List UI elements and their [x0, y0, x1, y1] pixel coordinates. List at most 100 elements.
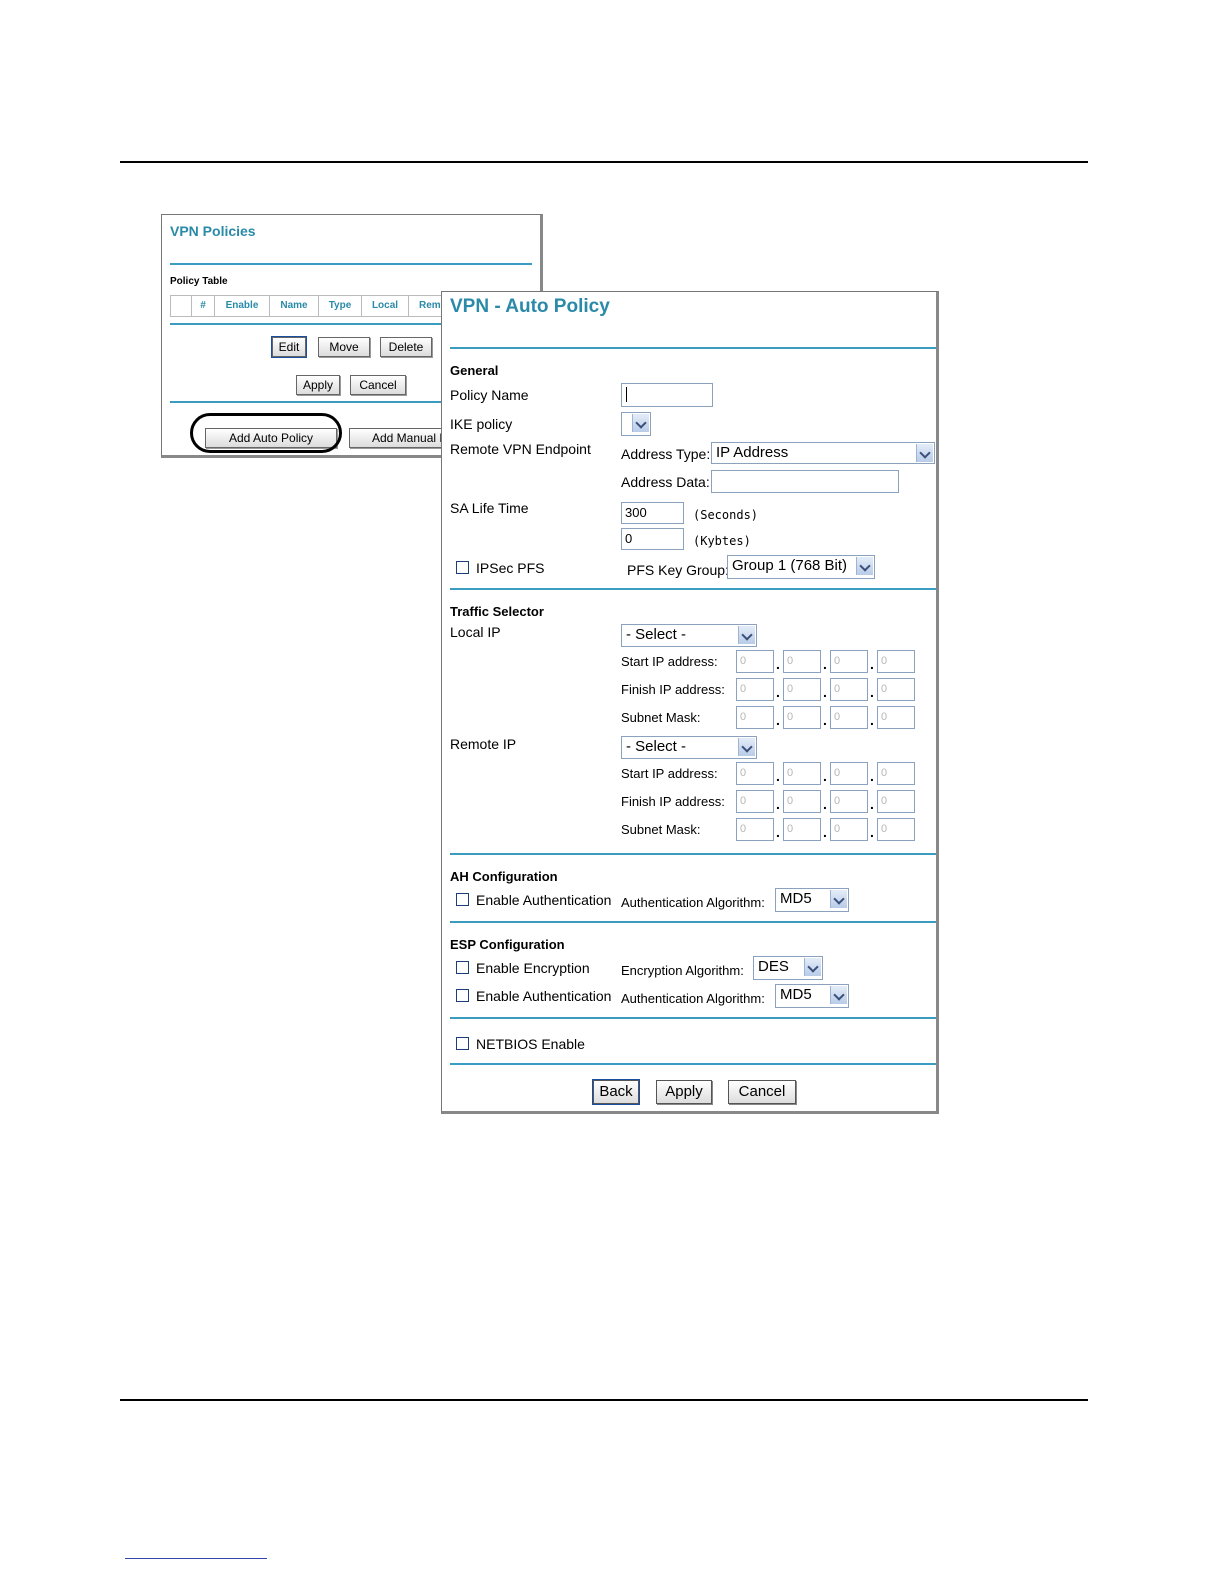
sa-kbytes-input[interactable]: 0 — [621, 528, 684, 550]
dot: . — [823, 768, 827, 784]
text-cursor — [626, 387, 627, 402]
remote-mask-octet-4[interactable]: 0 — [877, 818, 915, 841]
dot: . — [870, 796, 874, 812]
remote-finish-octet-1[interactable]: 0 — [736, 790, 774, 813]
local-start-octet-2[interactable]: 0 — [783, 650, 821, 673]
col-local: Local — [361, 296, 408, 316]
local-ip-label: Local IP — [450, 624, 501, 640]
pfs-key-group-select[interactable]: Group 1 (768 Bit) — [727, 555, 875, 579]
seconds-unit: (Seconds) — [693, 508, 759, 522]
chevron-down-icon — [830, 890, 847, 908]
back-button[interactable]: Back — [592, 1079, 640, 1105]
remote-finish-octet-2[interactable]: 0 — [783, 790, 821, 813]
highlight-oval — [190, 413, 342, 453]
local-start-octet-3[interactable]: 0 — [830, 650, 868, 673]
ipsec-pfs-label: IPSec PFS — [476, 560, 545, 576]
cancel-button[interactable]: Cancel — [350, 375, 406, 395]
esp-enc-algo-select[interactable]: DES — [753, 956, 823, 980]
netbios-label: NETBIOS Enable — [476, 1036, 585, 1052]
local-start-octet-1[interactable]: 0 — [736, 650, 774, 673]
local-mask-octet-2[interactable]: 0 — [783, 706, 821, 729]
local-finish-octet-4[interactable]: 0 — [877, 678, 915, 701]
ah-auth-algo-select[interactable]: MD5 — [775, 888, 849, 912]
address-data-input[interactable] — [711, 470, 899, 493]
dot: . — [870, 684, 874, 700]
remote-start-octet-1[interactable]: 0 — [736, 762, 774, 785]
dot: . — [823, 684, 827, 700]
local-start-label: Start IP address: — [621, 654, 718, 669]
col-name: Name — [269, 296, 318, 316]
remote-mask-label: Subnet Mask: — [621, 822, 701, 837]
general-heading: General — [450, 363, 499, 378]
local-ip-select[interactable]: - Select - — [621, 624, 757, 647]
auto-policy-title: VPN - Auto Policy — [450, 296, 610, 317]
cancel-button[interactable]: Cancel — [728, 1080, 796, 1104]
dot: . — [776, 796, 780, 812]
apply-button[interactable]: Apply — [656, 1080, 712, 1104]
chevron-down-icon — [804, 958, 821, 976]
ike-policy-select[interactable] — [621, 412, 651, 436]
dot: . — [776, 824, 780, 840]
esp-auth-algo-value: MD5 — [780, 986, 812, 1003]
esp-enc-algo-value: DES — [758, 958, 789, 975]
remote-finish-octet-4[interactable]: 0 — [877, 790, 915, 813]
chevron-down-icon — [738, 738, 755, 756]
remote-start-octet-4[interactable]: 0 — [877, 762, 915, 785]
remote-finish-octet-3[interactable]: 0 — [830, 790, 868, 813]
apply-button[interactable]: Apply — [296, 375, 340, 395]
local-start-octet-4[interactable]: 0 — [877, 650, 915, 673]
local-finish-octet-1[interactable]: 0 — [736, 678, 774, 701]
netbios-checkbox[interactable] — [456, 1037, 469, 1050]
local-finish-octet-2[interactable]: 0 — [783, 678, 821, 701]
remote-mask-octet-2[interactable]: 0 — [783, 818, 821, 841]
esp-enable-encryption-checkbox[interactable] — [456, 961, 469, 974]
local-finish-octet-3[interactable]: 0 — [830, 678, 868, 701]
dot: . — [870, 824, 874, 840]
pfs-key-group-value: Group 1 (768 Bit) — [732, 557, 848, 574]
esp-enc-algo-label: Encryption Algorithm: — [621, 963, 744, 978]
footer-link-underline — [125, 1558, 267, 1559]
sa-life-label: SA Life Time — [450, 500, 529, 516]
esp-enable-auth-label: Enable Authentication — [476, 988, 612, 1004]
remote-endpoint-label: Remote VPN Endpoint — [450, 441, 591, 457]
traffic-selector-heading: Traffic Selector — [450, 604, 544, 619]
remote-mask-octet-3[interactable]: 0 — [830, 818, 868, 841]
dot: . — [823, 796, 827, 812]
address-data-label: Address Data: — [621, 474, 710, 490]
remote-start-octet-2[interactable]: 0 — [783, 762, 821, 785]
remote-mask-octet-1[interactable]: 0 — [736, 818, 774, 841]
esp-enable-auth-checkbox[interactable] — [456, 989, 469, 1002]
local-mask-octet-3[interactable]: 0 — [830, 706, 868, 729]
delete-button[interactable]: Delete — [380, 337, 432, 357]
col-select — [170, 296, 191, 316]
chevron-down-icon — [738, 626, 755, 644]
vpn-policies-title: VPN Policies — [170, 223, 256, 239]
col-number: # — [191, 296, 214, 316]
ike-policy-label: IKE policy — [450, 416, 513, 432]
traffic-divider — [450, 853, 936, 855]
edit-button[interactable]: Edit — [271, 336, 307, 358]
ah-divider — [450, 921, 936, 923]
esp-enable-encryption-label: Enable Encryption — [476, 960, 590, 976]
dot: . — [823, 824, 827, 840]
remote-finish-label: Finish IP address: — [621, 794, 725, 809]
footer-rule — [120, 1399, 1088, 1401]
local-finish-label: Finish IP address: — [621, 682, 725, 697]
remote-ip-select[interactable]: - Select - — [621, 736, 757, 759]
address-type-select[interactable]: IP Address — [711, 442, 935, 464]
remote-ip-select-value: - Select - — [626, 738, 687, 755]
local-ip-select-value: - Select - — [626, 626, 687, 643]
ah-enable-auth-checkbox[interactable] — [456, 893, 469, 906]
ipsec-pfs-checkbox[interactable] — [456, 561, 469, 574]
chevron-down-icon — [632, 414, 649, 432]
esp-auth-algo-select[interactable]: MD5 — [775, 984, 849, 1008]
general-divider — [450, 588, 936, 590]
remote-start-octet-3[interactable]: 0 — [830, 762, 868, 785]
local-mask-octet-1[interactable]: 0 — [736, 706, 774, 729]
netbios-divider — [450, 1063, 936, 1065]
sa-seconds-input[interactable]: 300 — [621, 502, 684, 524]
address-type-label: Address Type: — [621, 446, 711, 462]
policy-name-input[interactable] — [621, 383, 713, 407]
local-mask-octet-4[interactable]: 0 — [877, 706, 915, 729]
move-button[interactable]: Move — [318, 337, 370, 357]
